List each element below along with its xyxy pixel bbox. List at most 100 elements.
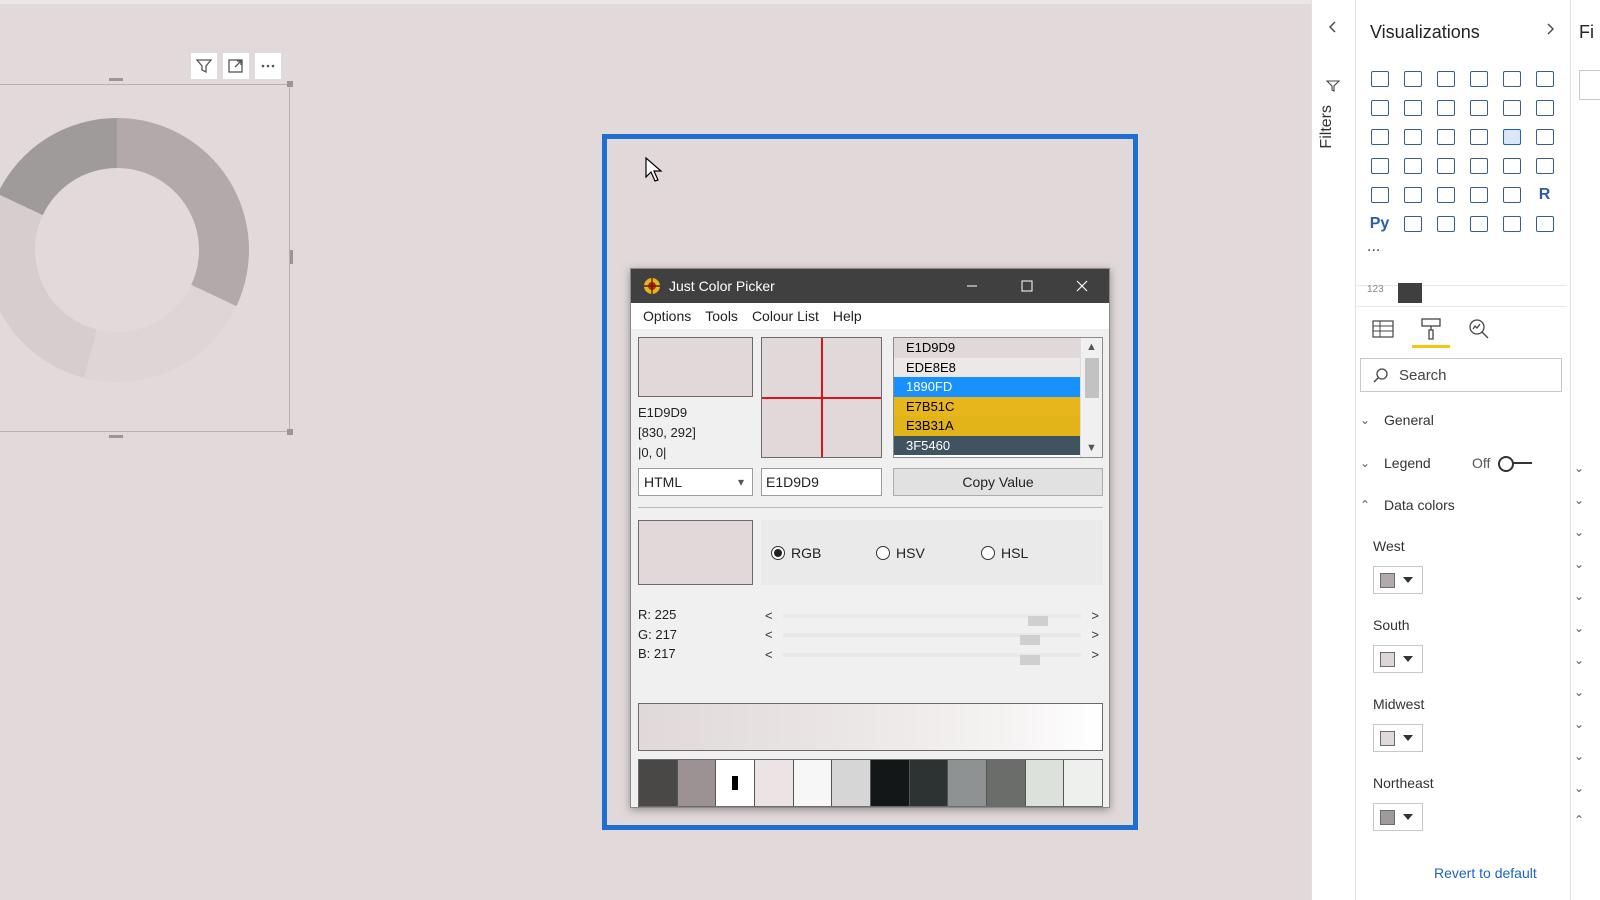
palette-swatch[interactable] bbox=[793, 760, 833, 806]
colour-list-item[interactable]: EDE8E8 bbox=[894, 357, 1081, 377]
field-table-row[interactable]: ⌄ bbox=[1574, 548, 1584, 580]
stacked-bar-icon[interactable] bbox=[1363, 64, 1396, 93]
slider-knob[interactable] bbox=[1020, 655, 1040, 665]
donut-chart-icon[interactable] bbox=[1495, 122, 1528, 151]
chevron-left-icon[interactable]: < bbox=[765, 608, 773, 623]
100-bar-icon[interactable] bbox=[1495, 64, 1528, 93]
menu-tools[interactable]: Tools bbox=[699, 305, 744, 327]
tab-format[interactable] bbox=[1412, 316, 1450, 348]
donut-slice[interactable] bbox=[117, 118, 249, 307]
power-apps-icon[interactable] bbox=[1528, 209, 1561, 238]
more-options-icon[interactable] bbox=[254, 52, 282, 80]
field-table-row[interactable]: ⌄ bbox=[1574, 580, 1584, 612]
focus-mode-icon[interactable] bbox=[222, 52, 250, 80]
palette-swatch[interactable] bbox=[755, 760, 794, 806]
chevron-right-icon[interactable]: > bbox=[1091, 608, 1099, 623]
maximize-button[interactable] bbox=[999, 269, 1054, 303]
colour-list-item[interactable]: E7B51C bbox=[894, 396, 1081, 416]
channel-b-slider[interactable]: < > bbox=[761, 647, 1103, 665]
field-table-row[interactable]: ⌄ bbox=[1574, 484, 1584, 516]
color-history-palette[interactable] bbox=[638, 759, 1103, 807]
filter-icon[interactable] bbox=[190, 52, 218, 80]
filled-map-icon[interactable] bbox=[1396, 151, 1429, 180]
chevron-left-icon[interactable]: < bbox=[765, 627, 773, 642]
resize-handle-bottom-right[interactable] bbox=[287, 429, 293, 435]
palette-swatch[interactable] bbox=[832, 760, 872, 806]
chevron-left-icon[interactable]: < bbox=[765, 647, 773, 662]
menu-colour-list[interactable]: Colour List bbox=[746, 305, 825, 327]
slider-track[interactable] bbox=[783, 614, 1081, 626]
scroll-up-icon[interactable]: ▲ bbox=[1081, 338, 1102, 356]
scroll-thumb[interactable] bbox=[1085, 358, 1099, 398]
palette-swatch[interactable] bbox=[639, 760, 678, 806]
ribbon-chart-icon[interactable] bbox=[1528, 93, 1561, 122]
palette-swatch[interactable] bbox=[677, 760, 717, 806]
matrix-icon[interactable] bbox=[1495, 180, 1528, 209]
more-visuals-icon[interactable]: ... bbox=[1367, 238, 1380, 256]
tab-analytics[interactable] bbox=[1466, 316, 1492, 342]
revert-to-default-link[interactable]: Revert to default bbox=[1434, 865, 1537, 881]
python-visual-icon[interactable]: Py bbox=[1363, 209, 1396, 238]
mode-hsl-radio[interactable]: HSL bbox=[981, 545, 1028, 561]
chevron-left-icon[interactable] bbox=[1326, 20, 1340, 34]
resize-handle-top-right[interactable] bbox=[287, 81, 293, 87]
close-button[interactable] bbox=[1054, 269, 1109, 303]
legend-toggle[interactable]: Off bbox=[1472, 455, 1534, 472]
clustered-column-icon[interactable] bbox=[1462, 64, 1495, 93]
card-icon[interactable] bbox=[1528, 151, 1561, 180]
donut-chart[interactable] bbox=[0, 110, 280, 410]
palette-swatch[interactable] bbox=[1064, 760, 1103, 806]
northeast-color-dropdown[interactable] bbox=[1373, 803, 1423, 831]
chevron-right-icon[interactable]: > bbox=[1091, 647, 1099, 662]
midwest-color-dropdown[interactable] bbox=[1373, 724, 1423, 752]
azure-map-icon[interactable] bbox=[1462, 151, 1495, 180]
menu-help[interactable]: Help bbox=[827, 305, 868, 327]
multirow-card-icon[interactable] bbox=[1363, 180, 1396, 209]
donut-slice[interactable] bbox=[0, 194, 97, 378]
mode-rgb-radio[interactable]: RGB bbox=[771, 545, 821, 561]
table-icon[interactable] bbox=[1462, 180, 1495, 209]
colour-list[interactable]: E1D9D9 EDE8E8 1890FD E7B51C E3B31A 3F5460 ▲ ▼ bbox=[893, 337, 1103, 458]
decomposition-tree-icon[interactable] bbox=[1429, 209, 1462, 238]
field-table-row[interactable]: ⌄ bbox=[1574, 676, 1584, 708]
chevron-right-icon[interactable]: > bbox=[1091, 627, 1099, 642]
format-select[interactable]: HTML ▾ bbox=[638, 468, 753, 496]
scatter-icon[interactable] bbox=[1429, 122, 1462, 151]
scroll-down-icon[interactable]: ▼ bbox=[1081, 439, 1102, 457]
resize-handle-right[interactable] bbox=[290, 250, 293, 264]
palette-swatch[interactable] bbox=[909, 760, 949, 806]
donut-slice[interactable] bbox=[0, 118, 117, 216]
field-table-row[interactable]: ⌄ bbox=[1574, 708, 1584, 740]
field-table-row[interactable]: ⌄ bbox=[1574, 772, 1584, 804]
paginated-report-icon[interactable] bbox=[1495, 209, 1528, 238]
filters-label[interactable]: Filters bbox=[1318, 105, 1336, 149]
field-table-row[interactable]: ⌃ bbox=[1574, 804, 1584, 836]
field-table-row[interactable]: ⌄ bbox=[1574, 452, 1584, 484]
field-table-row[interactable]: ⌄ bbox=[1574, 612, 1584, 644]
colour-list-item[interactable]: 3F5460 bbox=[894, 435, 1081, 455]
slider-knob[interactable] bbox=[1028, 616, 1048, 626]
colour-list-item[interactable]: 1890FD bbox=[894, 377, 1081, 397]
channel-r-slider[interactable]: < > bbox=[761, 608, 1103, 626]
south-color-dropdown[interactable] bbox=[1373, 645, 1423, 673]
field-table-row[interactable]: ⌄ bbox=[1574, 740, 1584, 772]
key-influencers-icon[interactable] bbox=[1396, 209, 1429, 238]
minimize-button[interactable] bbox=[944, 269, 999, 303]
shape-map-icon[interactable] bbox=[1429, 151, 1462, 180]
west-color-dropdown[interactable] bbox=[1373, 566, 1423, 594]
area-chart-icon[interactable] bbox=[1396, 93, 1429, 122]
colour-list-scrollbar[interactable]: ▲ ▼ bbox=[1080, 338, 1102, 457]
fields-search-input[interactable] bbox=[1579, 70, 1600, 100]
resize-handle-bottom[interactable] bbox=[109, 435, 123, 438]
chevron-right-icon[interactable] bbox=[1543, 22, 1557, 36]
line-chart-icon[interactable] bbox=[1363, 93, 1396, 122]
stacked-area-icon[interactable] bbox=[1429, 93, 1462, 122]
line-column-icon[interactable] bbox=[1462, 93, 1495, 122]
donut-slice[interactable] bbox=[84, 284, 237, 382]
color-picker-window[interactable]: Just Color Picker Options Tools Colour L… bbox=[630, 268, 1110, 808]
stacked-column-icon[interactable] bbox=[1396, 64, 1429, 93]
channel-g-slider[interactable]: < > bbox=[761, 627, 1103, 645]
mode-hsv-radio[interactable]: HSV bbox=[876, 545, 925, 561]
gauge-icon[interactable] bbox=[1495, 151, 1528, 180]
section-general[interactable]: ⌄ General bbox=[1360, 412, 1434, 428]
